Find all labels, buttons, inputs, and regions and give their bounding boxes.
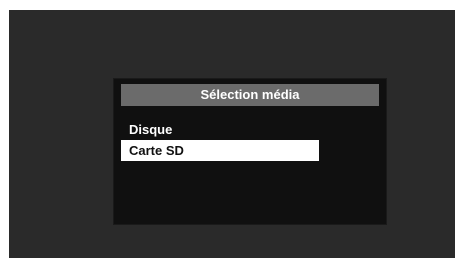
menu-item-carte-sd[interactable]: Carte SD bbox=[121, 140, 319, 161]
menu-item-disque[interactable]: Disque bbox=[121, 119, 319, 140]
dialog-title: Sélection média bbox=[121, 84, 379, 106]
media-selection-dialog: Sélection média Disque Carte SD bbox=[113, 78, 387, 225]
device-screen: Sélection média Disque Carte SD bbox=[9, 10, 455, 258]
